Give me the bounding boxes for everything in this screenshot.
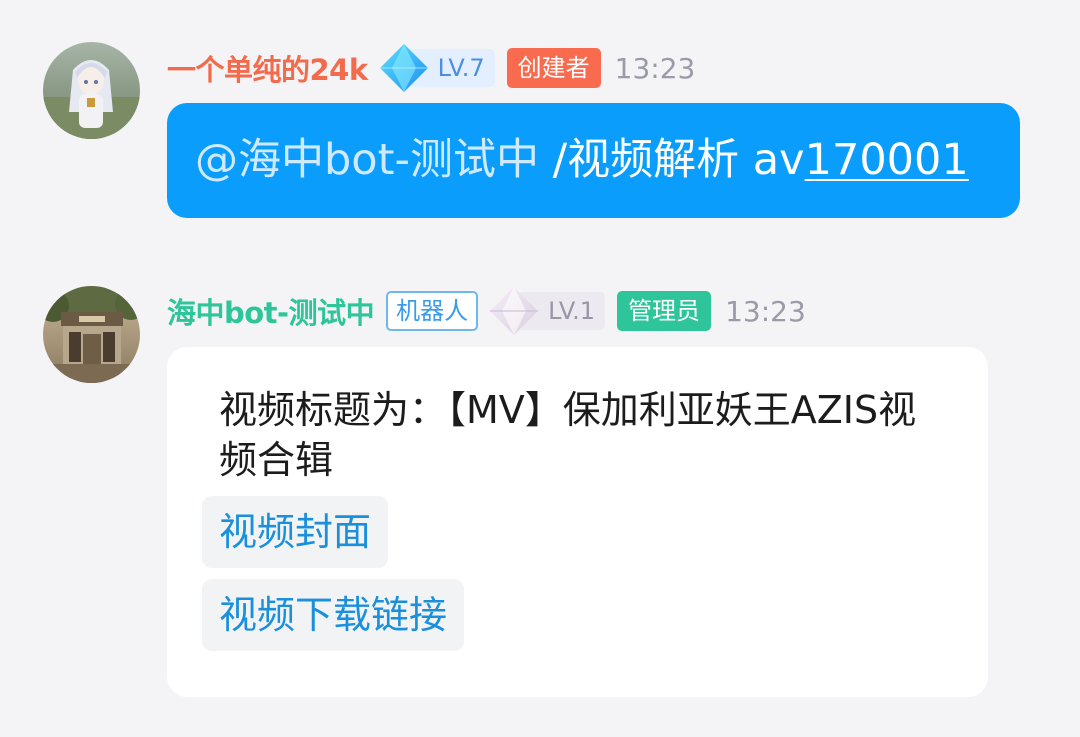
level-badge: LV.7	[378, 44, 495, 92]
message-header: 一个单纯的24k LV.7 创建者 13:23	[167, 44, 696, 92]
sender-name[interactable]: 海中bot-测试中	[167, 290, 375, 332]
role-tag-admin: 管理员	[617, 291, 712, 331]
avatar-user[interactable]	[43, 42, 140, 139]
sender-name[interactable]: 一个单纯的24k	[167, 47, 368, 89]
message-time: 13:23	[725, 294, 806, 328]
mention-text[interactable]: @海中bot-测试中	[195, 135, 539, 185]
video-title-text: 视频标题为：【MV】保加利亚妖王AZIS视频合辑	[219, 388, 917, 482]
message-bubble[interactable]: @海中bot-测试中 /视频解析 av170001	[167, 103, 1020, 218]
av-link[interactable]: 170001	[805, 135, 969, 185]
bot-tag: 机器人	[386, 291, 479, 331]
pale-diamond-icon	[490, 287, 539, 335]
message-time: 13:23	[614, 51, 696, 85]
video-download-button[interactable]: 视频下载链接	[202, 579, 465, 651]
message-bubble: 视频标题为：【MV】保加利亚妖王AZIS视频合辑 视频封面 视频下载链接	[167, 347, 988, 697]
command-text: /视频解析 av	[538, 135, 805, 185]
message-header: 海中bot-测试中 机器人 LV.1 管理员 13:23	[167, 287, 806, 335]
blue-diamond-icon	[379, 44, 428, 92]
role-tag-creator: 创建者	[506, 48, 601, 88]
video-cover-button[interactable]: 视频封面	[202, 496, 389, 568]
level-badge: LV.1	[488, 287, 606, 335]
avatar-bot[interactable]	[43, 286, 140, 383]
